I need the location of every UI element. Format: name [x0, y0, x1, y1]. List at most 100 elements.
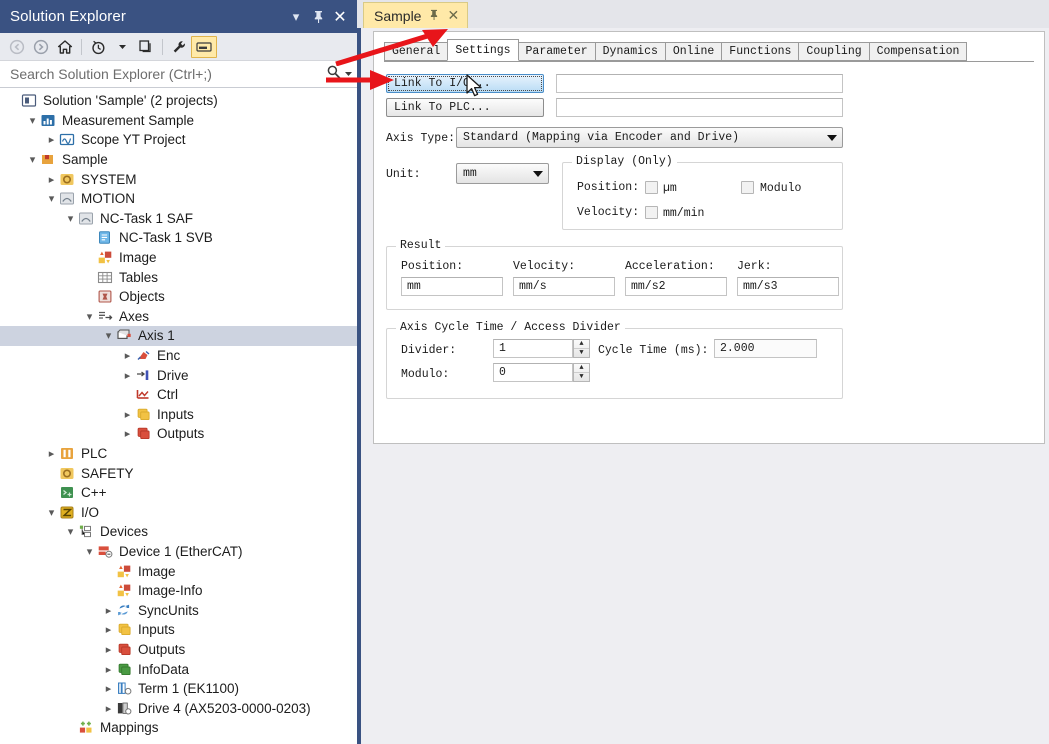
- tree-expander-collapsed-icon[interactable]: [120, 369, 135, 382]
- tree-item-safety[interactable]: SAFETY: [0, 463, 357, 483]
- document-tab-sample[interactable]: Sample ✕: [363, 2, 469, 28]
- tree-item-inputs[interactable]: Inputs: [0, 405, 357, 425]
- tree-expander-expanded-icon[interactable]: [63, 212, 78, 225]
- link-to-io-button[interactable]: Link To I/O...: [386, 74, 544, 93]
- search-icon[interactable]: [326, 64, 342, 85]
- tree-expander-expanded-icon[interactable]: [82, 545, 97, 558]
- divider-field[interactable]: 1: [493, 339, 573, 358]
- tree-expander-collapsed-icon[interactable]: [120, 408, 135, 421]
- search-input[interactable]: [8, 65, 326, 83]
- tree-expander-collapsed-icon[interactable]: [101, 702, 116, 715]
- preview-selected-items-icon[interactable]: [191, 35, 217, 58]
- settings-tab-parameter[interactable]: Parameter: [517, 42, 596, 61]
- chevron-down-icon[interactable]: [110, 36, 134, 58]
- tree-expander-expanded-icon[interactable]: [44, 506, 59, 519]
- tree-item-objects[interactable]: Objects: [0, 287, 357, 307]
- tree-item-enc[interactable]: Enc: [0, 346, 357, 366]
- tree-item-image[interactable]: Image: [0, 561, 357, 581]
- tree-expander-collapsed-icon[interactable]: [44, 447, 59, 460]
- axes-icon: [97, 309, 114, 324]
- tree-item-motion[interactable]: MOTION: [0, 189, 357, 209]
- divider-spinner[interactable]: ▲ ▼: [573, 339, 590, 358]
- tree-item-system[interactable]: SYSTEM: [0, 169, 357, 189]
- tree-expander-collapsed-icon[interactable]: [101, 604, 116, 617]
- display-modulo-checkbox[interactable]: [741, 181, 754, 194]
- display-velocity-checkbox[interactable]: [645, 206, 658, 219]
- tree-expander-collapsed-icon[interactable]: [44, 173, 59, 186]
- link-to-plc-value-field[interactable]: [556, 98, 843, 117]
- copy-icon[interactable]: [134, 36, 158, 58]
- tree-item-devices[interactable]: Devices: [0, 522, 357, 542]
- tree-expander-collapsed-icon[interactable]: [101, 663, 116, 676]
- tree-item-nc-task-1-svb[interactable]: NC-Task 1 SVB: [0, 228, 357, 248]
- tree-expander-collapsed-icon[interactable]: [101, 682, 116, 695]
- tree-item-nc-task-1-saf[interactable]: NC-Task 1 SAF: [0, 209, 357, 229]
- back-icon[interactable]: [5, 36, 29, 58]
- display-position-checkbox[interactable]: [645, 181, 658, 194]
- pending-changes-icon[interactable]: [86, 36, 110, 58]
- modulo-spinner[interactable]: ▲ ▼: [573, 363, 590, 382]
- document-tab-pin-icon[interactable]: [429, 9, 439, 23]
- tree-item-image-info[interactable]: Image-Info: [0, 581, 357, 601]
- tree-expander-collapsed-icon[interactable]: [120, 349, 135, 362]
- tree-item-outputs[interactable]: Outputs: [0, 424, 357, 444]
- tree-item-syncunits[interactable]: SyncUnits: [0, 600, 357, 620]
- settings-tabstrip[interactable]: General Settings Parameter Dynamics Online Fu…: [384, 39, 968, 61]
- link-to-io-value-field[interactable]: [556, 74, 843, 93]
- tree-expander-collapsed-icon[interactable]: [120, 427, 135, 440]
- tree-item-scope-yt-project[interactable]: Scope YT Project: [0, 130, 357, 150]
- tree-item-c[interactable]: C++: [0, 483, 357, 503]
- tree-expander-collapsed-icon[interactable]: [101, 643, 116, 656]
- tree-item-outputs[interactable]: Outputs: [0, 640, 357, 660]
- tree-expander-expanded-icon[interactable]: [25, 114, 40, 127]
- document-tab-close-icon[interactable]: ✕: [447, 7, 459, 24]
- tree-expander-expanded-icon[interactable]: [101, 329, 116, 342]
- tree-item-tables[interactable]: Tables: [0, 267, 357, 287]
- tree-item-ctrl[interactable]: Ctrl: [0, 385, 357, 405]
- settings-tab-coupling[interactable]: Coupling: [798, 42, 870, 61]
- spinner-down-icon[interactable]: ▼: [574, 373, 589, 381]
- tree-item-axes[interactable]: Axes: [0, 307, 357, 327]
- tree-item-image[interactable]: Image: [0, 248, 357, 268]
- unit-combo[interactable]: mm: [456, 163, 549, 184]
- tree-item-i-o[interactable]: I/O: [0, 502, 357, 522]
- tree-item-measurement-sample[interactable]: Measurement Sample: [0, 111, 357, 131]
- search-dropdown-icon[interactable]: [344, 65, 353, 83]
- forward-icon[interactable]: [29, 36, 53, 58]
- settings-tab-settings[interactable]: Settings: [447, 39, 519, 61]
- panel-close-icon[interactable]: ✕: [329, 6, 351, 28]
- home-icon[interactable]: [53, 36, 77, 58]
- tree-expander-expanded-icon[interactable]: [63, 525, 78, 538]
- tree-item-drive-4-ax5203-0000-0203[interactable]: Drive 4 (AX5203-0000-0203): [0, 698, 357, 718]
- properties-wrench-icon[interactable]: [167, 36, 191, 58]
- tree-item-solution-sample-2-projects[interactable]: Solution 'Sample' (2 projects): [0, 91, 357, 111]
- tree-item-sample[interactable]: Sample: [0, 150, 357, 170]
- spinner-up-icon[interactable]: ▲: [574, 364, 589, 373]
- modulo-field[interactable]: 0: [493, 363, 573, 382]
- tree-expander-expanded-icon[interactable]: [44, 192, 59, 205]
- link-to-plc-button[interactable]: Link To PLC...: [386, 98, 544, 117]
- solution-tree[interactable]: Solution 'Sample' (2 projects) Measuremen…: [0, 88, 357, 744]
- tree-expander-expanded-icon[interactable]: [82, 310, 97, 323]
- tree-expander-collapsed-icon[interactable]: [101, 623, 116, 636]
- tree-item-axis-1[interactable]: Axis 1: [0, 326, 357, 346]
- tree-item-term-1-ek1100[interactable]: Term 1 (EK1100): [0, 679, 357, 699]
- settings-tab-compensation[interactable]: Compensation: [868, 42, 968, 61]
- settings-tab-online[interactable]: Online: [664, 42, 723, 61]
- tree-item-drive[interactable]: Drive: [0, 365, 357, 385]
- tree-item-device-1-ethercat[interactable]: Device 1 (EtherCAT): [0, 542, 357, 562]
- tree-expander-expanded-icon[interactable]: [25, 153, 40, 166]
- panel-pin-icon[interactable]: [307, 6, 329, 28]
- tree-item-plc[interactable]: PLC: [0, 444, 357, 464]
- tree-item-mappings[interactable]: Mappings: [0, 718, 357, 738]
- tree-expander-collapsed-icon[interactable]: [44, 133, 59, 146]
- settings-tab-functions[interactable]: Functions: [721, 42, 800, 61]
- tree-item-inputs[interactable]: Inputs: [0, 620, 357, 640]
- tree-item-infodata[interactable]: InfoData: [0, 659, 357, 679]
- spinner-up-icon[interactable]: ▲: [574, 340, 589, 349]
- settings-tab-general[interactable]: General: [384, 42, 449, 61]
- panel-dropdown-icon[interactable]: ▾: [285, 6, 307, 28]
- axis-type-combo[interactable]: Standard (Mapping via Encoder and Drive): [456, 127, 843, 148]
- settings-tab-dynamics[interactable]: Dynamics: [594, 42, 666, 61]
- spinner-down-icon[interactable]: ▼: [574, 349, 589, 357]
